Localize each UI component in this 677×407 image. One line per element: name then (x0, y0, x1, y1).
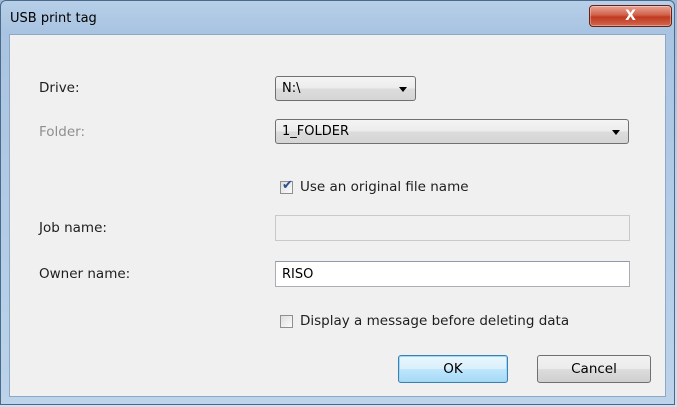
chevron-down-icon (399, 87, 407, 92)
job-name-field[interactable] (275, 215, 630, 241)
check-icon: ✔ (282, 178, 293, 193)
use-original-label[interactable]: Use an original file name (300, 179, 469, 195)
window-title: USB print tag (10, 11, 97, 26)
close-icon: X (625, 8, 636, 24)
folder-label: Folder: (39, 124, 86, 140)
display-message-checkbox[interactable] (280, 315, 293, 328)
title-bar[interactable]: USB print tag X (1, 1, 674, 33)
owner-name-field[interactable] (275, 261, 630, 287)
drive-label: Drive: (39, 80, 80, 96)
display-message-label[interactable]: Display a message before deleting data (300, 313, 569, 329)
drive-value: N:\ (282, 81, 301, 96)
ok-button[interactable]: OK (398, 355, 508, 383)
use-original-checkbox[interactable]: ✔ (280, 178, 293, 194)
owner-name-label: Owner name: (39, 266, 131, 282)
close-button[interactable]: X (589, 5, 672, 27)
cancel-button[interactable]: Cancel (537, 355, 651, 383)
folder-value: 1_FOLDER (282, 124, 349, 139)
folder-combobox[interactable]: 1_FOLDER (275, 119, 629, 144)
dialog-window: USB print tag X Drive: N:\ Folder: 1_FOL… (0, 0, 675, 405)
owner-name-input[interactable] (276, 262, 629, 286)
dialog-content: Drive: N:\ Folder: 1_FOLDER ✔ Use an ori… (9, 34, 666, 397)
job-name-input[interactable] (276, 216, 629, 240)
job-name-label: Job name: (39, 220, 107, 236)
drive-combobox[interactable]: N:\ (275, 76, 416, 101)
chevron-down-icon (612, 130, 620, 135)
